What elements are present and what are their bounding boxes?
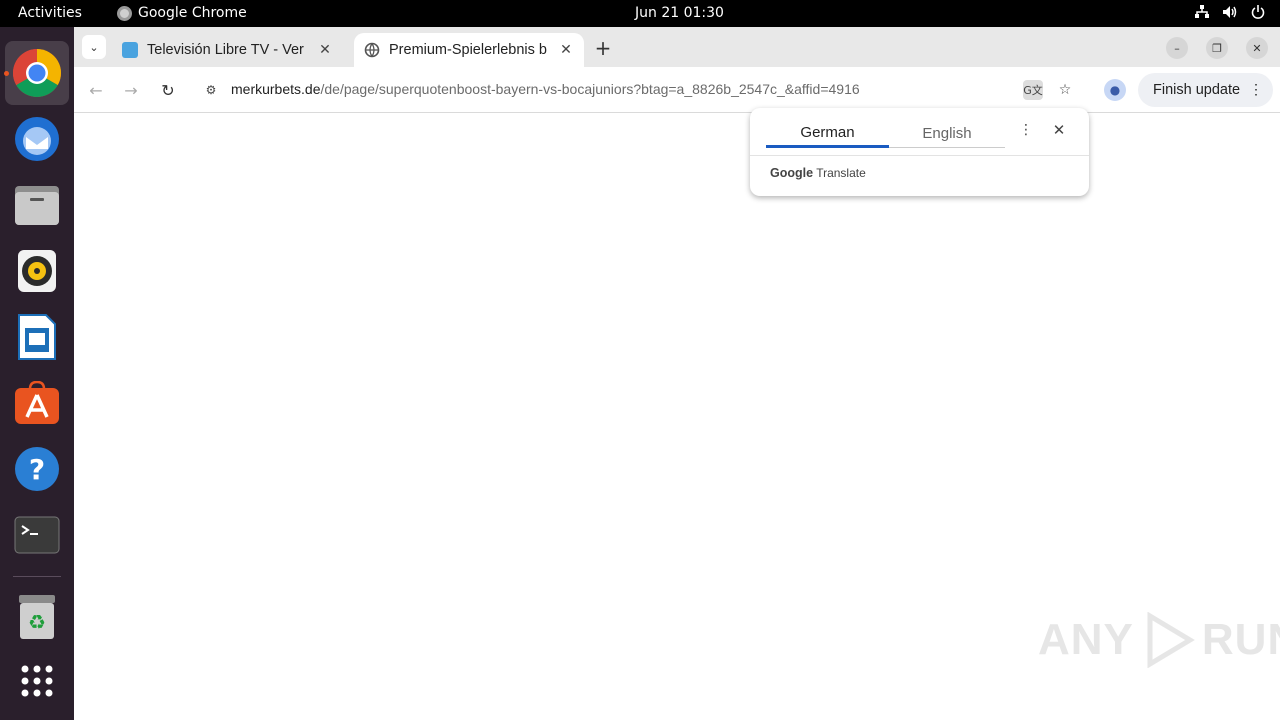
brand-google: Google — [770, 166, 814, 180]
target-language-tab[interactable]: English — [889, 120, 1005, 148]
tab-inactive[interactable]: Televisión Libre TV - Ver ✕ — [112, 33, 346, 67]
tab-title: Televisión Libre TV - Ver — [147, 42, 304, 58]
bookmark-star-icon[interactable]: ☆ — [1055, 80, 1075, 100]
translate-popup: German English ⋮ ✕ Google Translate — [750, 108, 1089, 196]
rhythmbox-icon — [18, 250, 56, 292]
tab-search-button[interactable]: ⌄ — [82, 35, 106, 59]
minimize-icon: – — [1174, 41, 1180, 55]
close-icon[interactable]: ✕ — [558, 42, 574, 58]
trash-icon: ♻ — [19, 595, 55, 639]
back-button[interactable]: ← — [85, 79, 107, 101]
terminal-icon — [14, 516, 60, 554]
dock-trash[interactable]: ♻ — [13, 593, 61, 641]
writer-icon — [18, 314, 56, 360]
more-vert-icon: ⋮ — [1249, 81, 1263, 97]
dock: ? ♻ — [0, 27, 74, 720]
translate-close-button[interactable]: ✕ — [1051, 121, 1067, 139]
dock-thunderbird[interactable] — [13, 115, 61, 163]
dock-separator — [13, 576, 61, 577]
translate-options-button[interactable]: ⋮ — [1018, 122, 1034, 138]
arrow-right-icon: → — [124, 80, 138, 100]
translate-icon[interactable]: G文 — [1023, 80, 1043, 100]
chrome-icon — [12, 48, 62, 98]
update-label: Finish update — [1153, 82, 1241, 98]
reload-icon: ↻ — [161, 80, 175, 100]
close-icon: ✕ — [1052, 121, 1066, 139]
tv-favicon-icon — [122, 42, 138, 58]
google-translate-brand: Google Translate — [770, 166, 866, 180]
running-indicator — [4, 71, 9, 76]
show-apps-icon — [21, 665, 53, 697]
new-tab-button[interactable]: + — [592, 36, 614, 60]
close-window-button[interactable]: ✕ — [1246, 37, 1268, 59]
close-icon: ✕ — [1252, 41, 1262, 55]
clock[interactable]: Jun 21 01:30 — [635, 5, 724, 21]
help-icon: ? — [15, 447, 59, 491]
reload-button[interactable]: ↻ — [157, 79, 179, 101]
source-language-tab[interactable]: German — [766, 120, 889, 148]
close-icon[interactable]: ✕ — [317, 42, 333, 58]
toolbar: ← → ↻ ⚙ merkurbets.de/de/page/superquote… — [74, 67, 1280, 113]
more-vert-icon: ⋮ — [1019, 122, 1033, 138]
tab-strip: ⌄ Televisión Libre TV - Ver ✕ Premium-Sp… — [74, 27, 1280, 67]
watermark-right: RUN — [1201, 615, 1280, 664]
arrow-left-icon: ← — [89, 80, 103, 100]
site-info-icon[interactable]: ⚙ — [203, 82, 219, 98]
dock-terminal[interactable] — [13, 511, 61, 559]
forward-button[interactable]: → — [120, 79, 142, 101]
volume-icon[interactable] — [1222, 4, 1238, 20]
dock-files[interactable] — [13, 181, 61, 229]
finish-update-button[interactable]: Finish update ⋮ — [1138, 73, 1273, 107]
watermark-left: ANY — [1038, 615, 1134, 664]
chrome-app-icon — [117, 5, 132, 21]
dock-show-apps[interactable] — [13, 657, 61, 705]
target-language-label: English — [922, 125, 972, 142]
divider — [750, 155, 1089, 156]
activities-button[interactable]: Activities — [18, 5, 82, 21]
app-menu[interactable]: Google Chrome — [117, 5, 247, 21]
svg-text:♻: ♻ — [28, 610, 46, 634]
system-tray[interactable] — [1194, 4, 1266, 20]
svg-text:?: ? — [29, 453, 45, 486]
files-icon — [15, 186, 59, 225]
tab-active[interactable]: Premium-Spielerlebnis b ✕ — [354, 33, 584, 67]
dock-app-center[interactable] — [13, 379, 61, 427]
dock-writer[interactable] — [13, 313, 61, 361]
profile-avatar[interactable]: ● — [1104, 79, 1126, 101]
network-icon[interactable] — [1194, 4, 1210, 20]
dock-rhythmbox[interactable] — [13, 247, 61, 295]
tab-title: Premium-Spielerlebnis b — [389, 42, 547, 58]
app-name: Google Chrome — [138, 5, 247, 21]
person-icon: ● — [1109, 83, 1121, 97]
plus-icon: + — [594, 36, 612, 60]
globe-icon — [364, 42, 380, 58]
brand-translate: Translate — [816, 166, 866, 180]
play-icon — [1147, 612, 1195, 668]
power-icon[interactable] — [1250, 4, 1266, 20]
dock-help[interactable]: ? — [13, 445, 61, 493]
app-center-icon — [15, 381, 59, 424]
restore-icon: ❐ — [1212, 41, 1222, 55]
minimize-button[interactable]: – — [1166, 37, 1188, 59]
maximize-button[interactable]: ❐ — [1206, 37, 1228, 59]
source-language-label: German — [800, 124, 855, 141]
chevron-down-icon: ⌄ — [89, 40, 99, 54]
url-host: merkurbets.de — [231, 81, 321, 97]
thunderbird-icon — [15, 117, 59, 161]
address-bar[interactable]: ⚙ merkurbets.de/de/page/superquotenboost… — [195, 73, 1089, 107]
url-text[interactable]: merkurbets.de/de/page/superquotenboost-b… — [231, 81, 860, 97]
url-path: /de/page/superquotenboost-bayern-vs-boca… — [320, 81, 860, 97]
anyrun-watermark: ANY RUN — [1038, 612, 1280, 668]
top-bar: Activities Google Chrome Jun 21 01:30 — [0, 0, 1280, 27]
dock-chrome[interactable] — [5, 41, 69, 105]
